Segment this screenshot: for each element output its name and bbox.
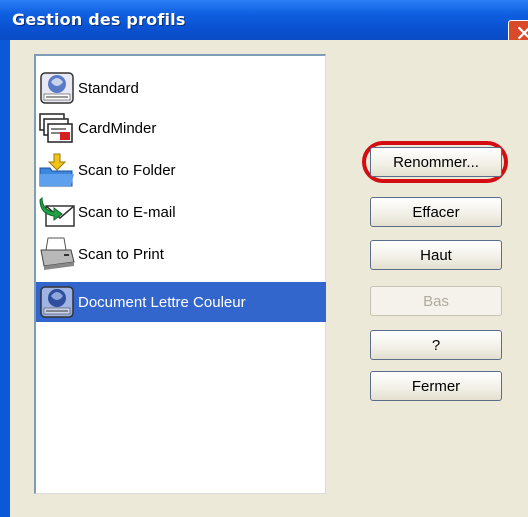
profile-item-scan-to-print[interactable]: Scan to Print xyxy=(36,234,326,274)
close-button[interactable]: Fermer xyxy=(370,371,502,401)
dialog-body: Standard CardMinder Scan to Folder Scan … xyxy=(10,40,528,517)
profile-label: Document Lettre Couleur xyxy=(78,293,246,311)
scanner-organizer-icon xyxy=(40,72,74,104)
profile-item-document-lettre-couleur[interactable]: Document Lettre Couleur xyxy=(36,282,326,322)
window-title: Gestion des profils xyxy=(12,10,186,29)
profile-label: Scan to E-mail xyxy=(78,203,176,221)
move-down-button: Bas xyxy=(370,286,502,316)
email-scan-icon xyxy=(39,196,75,227)
profile-label: CardMinder xyxy=(78,119,157,137)
help-button[interactable]: ? xyxy=(370,330,502,360)
profile-item-scan-to-folder[interactable]: Scan to Folder xyxy=(36,150,326,190)
move-up-button[interactable]: Haut xyxy=(370,240,502,270)
profile-manager-window: Gestion des profils ✕ Standard CardMinde… xyxy=(0,0,528,517)
title-bar[interactable]: Gestion des profils ✕ xyxy=(0,0,528,52)
delete-button[interactable]: Effacer xyxy=(370,197,502,227)
printer-icon xyxy=(40,237,75,270)
scanner-organizer-icon xyxy=(40,286,74,318)
profile-item-cardminder[interactable]: CardMinder xyxy=(36,108,326,148)
profile-label: Standard xyxy=(78,79,139,97)
folder-scan-icon xyxy=(39,153,74,187)
profile-label: Scan to Print xyxy=(78,245,164,263)
profile-item-scan-to-email[interactable]: Scan to E-mail xyxy=(36,192,326,232)
cardminder-icon xyxy=(39,113,73,143)
rename-button[interactable]: Renommer... xyxy=(370,147,502,177)
profile-item-standard[interactable]: Standard xyxy=(36,68,326,108)
profile-list[interactable]: Standard CardMinder Scan to Folder Scan … xyxy=(34,54,326,494)
profile-label: Scan to Folder xyxy=(78,161,176,179)
